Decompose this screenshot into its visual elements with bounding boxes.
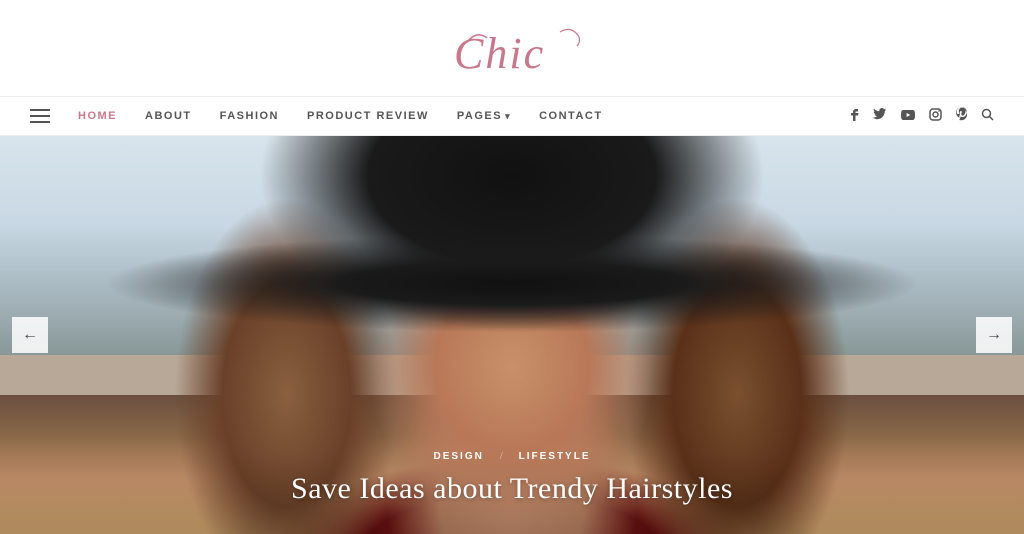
nav-product-review[interactable]: PRODUCT REVIEW bbox=[307, 110, 429, 122]
next-slide-button[interactable]: → bbox=[976, 317, 1012, 353]
youtube-icon[interactable] bbox=[901, 108, 915, 124]
hero-tag-design[interactable]: DESIGN bbox=[433, 451, 483, 462]
nav-home[interactable]: HOME bbox=[78, 110, 117, 122]
nav-links: HOME ABOUT FASHION PRODUCT REVIEW PAGES … bbox=[30, 109, 603, 123]
hero-title: Save Ideas about Trendy Hairstyles bbox=[291, 472, 733, 506]
nav-contact[interactable]: CONTACT bbox=[539, 110, 602, 122]
pinterest-icon[interactable] bbox=[956, 107, 967, 125]
nav-about[interactable]: ABOUT bbox=[145, 110, 192, 122]
social-icons bbox=[851, 107, 994, 125]
header: Chic HOME ABOUT FASHION PRODUCT REVIEW P… bbox=[0, 0, 1024, 136]
main-nav: HOME ABOUT FASHION PRODUCT REVIEW PAGES … bbox=[0, 96, 1024, 136]
prev-slide-button[interactable]: ← bbox=[12, 317, 48, 353]
hamburger-menu[interactable] bbox=[30, 109, 50, 123]
instagram-icon[interactable] bbox=[929, 108, 942, 125]
page-wrapper: Chic HOME ABOUT FASHION PRODUCT REVIEW P… bbox=[0, 0, 1024, 534]
nav-fashion[interactable]: FASHION bbox=[220, 110, 279, 122]
hero-tags: DESIGN / LIFESTYLE bbox=[433, 451, 590, 462]
site-logo[interactable]: Chic bbox=[422, 20, 602, 90]
hero-section: ← → DESIGN / LIFESTYLE Save Ideas about … bbox=[0, 136, 1024, 534]
svg-text:Chic: Chic bbox=[454, 29, 545, 78]
search-icon[interactable] bbox=[981, 108, 994, 125]
twitter-icon[interactable] bbox=[873, 108, 887, 124]
chevron-down-icon: ▾ bbox=[505, 111, 511, 122]
logo-area: Chic bbox=[422, 12, 602, 96]
hero-tag-separator: / bbox=[500, 451, 503, 462]
hero-tag-lifestyle[interactable]: LIFESTYLE bbox=[519, 451, 591, 462]
nav-pages[interactable]: PAGES ▾ bbox=[457, 110, 511, 122]
hero-overlay: DESIGN / LIFESTYLE Save Ideas about Tren… bbox=[0, 451, 1024, 534]
facebook-icon[interactable] bbox=[851, 107, 859, 125]
